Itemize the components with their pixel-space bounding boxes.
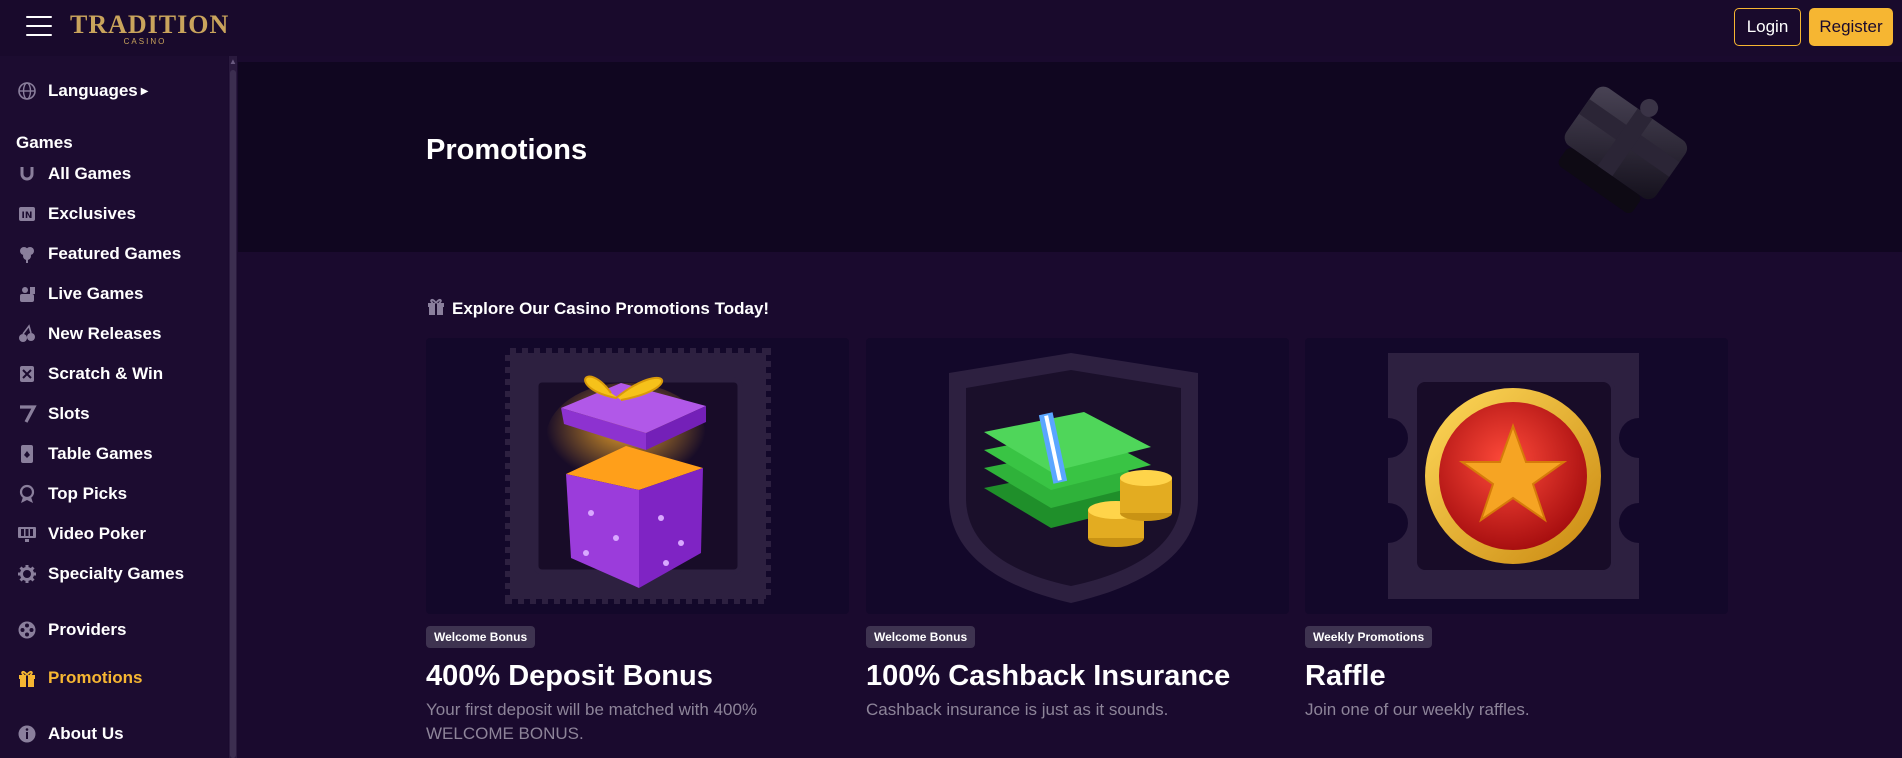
caret-right-icon: ▶ [140, 85, 149, 97]
sidebar-item-specialty-games[interactable]: Specialty Games [16, 561, 216, 587]
sidebar-item-label: Scratch & Win [48, 364, 164, 383]
horseshoe-icon [16, 163, 38, 185]
promo-description: Cashback insurance is just as it sounds. [866, 700, 1169, 719]
sidebar-item-providers[interactable]: Providers [16, 617, 216, 643]
top-header: TRADITION CASINO Login Register [0, 0, 1902, 56]
languages-label: Languages [48, 81, 138, 100]
promo-tag: Weekly Promotions [1305, 626, 1433, 648]
promo-description: Join one of our weekly raffles. [1305, 700, 1530, 719]
sidebar-item-label: Video Poker [48, 524, 146, 543]
sidebar-item-label: Live Games [48, 284, 144, 303]
monitor-icon [16, 523, 38, 545]
explore-label: Explore Our Casino Promotions Today! [452, 298, 770, 318]
sidebar-item-video-poker[interactable]: Video Poker [16, 521, 216, 547]
sidebar-item-label: About Us [48, 724, 124, 743]
sidebar-item-promotions[interactable]: Promotions [16, 665, 216, 691]
languages-menu[interactable]: Languages ▶ [16, 78, 216, 104]
cherries-icon [16, 323, 38, 345]
promo-title[interactable]: Raffle [1305, 660, 1386, 693]
sidebar-item-label: Table Games [48, 444, 153, 463]
promo-image-deposit-bonus[interactable] [426, 338, 849, 614]
sidebar-item-new-releases[interactable]: New Releases [16, 321, 216, 347]
login-button[interactable]: Login [1734, 8, 1801, 46]
svg-text:IN: IN [22, 211, 33, 221]
film-reel-icon [16, 619, 38, 641]
dealer-icon [16, 283, 38, 305]
promo-tag: Welcome Bonus [866, 626, 976, 648]
card-icon [16, 443, 38, 465]
exclusive-icon: IN [16, 203, 38, 225]
scroll-up-icon[interactable]: ▲ [229, 58, 237, 66]
logo[interactable]: TRADITION CASINO [70, 4, 230, 48]
sidebar-item-slots[interactable]: Slots [16, 401, 216, 427]
sidebar-item-label: Top Picks [48, 484, 128, 503]
sidebar-scrollbar-thumb[interactable] [230, 70, 236, 758]
clover-icon [16, 243, 38, 265]
promo-image-cashback[interactable] [866, 338, 1289, 614]
sidebar-item-label: All Games [48, 164, 132, 183]
sidebar-item-label: New Releases [48, 324, 162, 343]
gear-icon [16, 563, 38, 585]
sidebar-item-label: Slots [48, 404, 90, 423]
sidebar-item-table-games[interactable]: Table Games [16, 441, 216, 467]
promo-title[interactable]: 400% Deposit Bonus [426, 660, 713, 693]
sidebar-item-label: Featured Games [48, 244, 182, 263]
promo-tag: Welcome Bonus [426, 626, 536, 648]
sidebar-item-label: Promotions [48, 668, 143, 687]
sidebar-item-exclusives[interactable]: IN Exclusives [16, 201, 216, 227]
sidebar-item-about-us[interactable]: About Us [16, 721, 216, 747]
sidebar-item-label: Providers [48, 620, 127, 639]
page-title: Promotions [426, 134, 588, 166]
promo-image-raffle[interactable] [1305, 338, 1728, 614]
sidebar-item-label: Exclusives [48, 204, 136, 223]
scratch-card-icon [16, 363, 38, 385]
gift-box-illustration [1538, 72, 1708, 222]
register-button[interactable]: Register [1809, 8, 1893, 46]
menu-icon[interactable] [26, 16, 52, 36]
badge-icon [16, 483, 38, 505]
promo-title[interactable]: 100% Cashback Insurance [866, 660, 1230, 693]
sidebar-item-featured-games[interactable]: Featured Games [16, 241, 216, 267]
sidebar-item-live-games[interactable]: Live Games [16, 281, 216, 307]
sidebar-item-top-picks[interactable]: Top Picks [16, 481, 216, 507]
logo-text: TRADITION [70, 10, 230, 39]
sidebar-item-all-games[interactable]: All Games [16, 161, 216, 187]
sidebar-item-label: Specialty Games [48, 564, 185, 583]
seven-icon [16, 403, 38, 425]
games-heading: Games [16, 133, 73, 152]
sidebar-item-scratch-win[interactable]: Scratch & Win [16, 361, 216, 387]
promo-description: Your first deposit will be matched with … [426, 700, 758, 743]
gift-icon [16, 667, 38, 689]
gift-icon [426, 296, 446, 321]
logo-subtext: CASINO [123, 37, 167, 46]
info-icon [16, 723, 38, 745]
explore-heading: Explore Our Casino Promotions Today! [426, 296, 769, 321]
globe-icon [16, 80, 38, 102]
